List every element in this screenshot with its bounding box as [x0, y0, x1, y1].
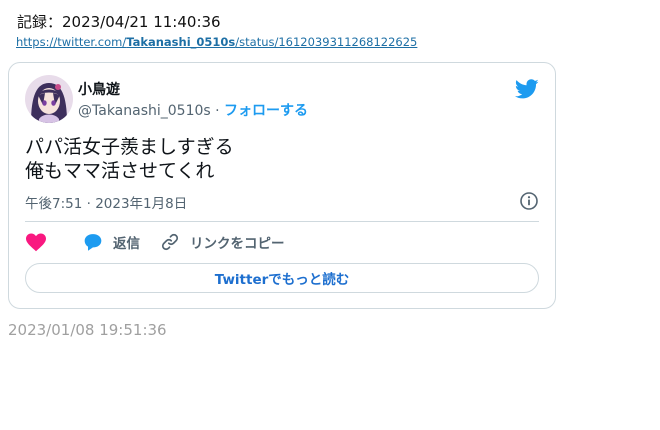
footer-timestamp: 2023/01/08 19:51:36	[8, 321, 167, 339]
follow-button[interactable]: フォローする	[224, 103, 308, 119]
info-icon[interactable]	[519, 191, 539, 211]
url-user: Takanashi_0510s	[126, 35, 236, 49]
display-name[interactable]: 小鳥遊	[78, 79, 120, 99]
record-timestamp: 記録：2023/04/21 11:40:36	[17, 13, 221, 31]
tweet-text: パパ活女子羨ましすぎる 俺もママ活させてくれ	[25, 135, 234, 183]
read-more-button[interactable]: Twitterでもっと読む	[25, 263, 539, 293]
url-suffix: /status/1612039311268122625	[235, 35, 418, 49]
tweet-text-line: 俺もママ活させてくれ	[25, 160, 215, 182]
copy-link-button[interactable]: リンクをコピー	[160, 232, 285, 252]
handle-line: @Takanashi_0510s · フォローする	[78, 100, 308, 120]
reply-button[interactable]: 返信	[83, 232, 140, 252]
avatar[interactable]	[25, 75, 73, 123]
like-button[interactable]	[25, 232, 47, 252]
tweet-actions: 返信 リンクをコピー	[25, 231, 285, 253]
twitter-bird-icon[interactable]	[514, 77, 539, 101]
tweet-text-line: パパ活女子羨ましすぎる	[25, 136, 234, 158]
tweet-url-link[interactable]: https://twitter.com/Takanashi_0510s/stat…	[16, 35, 417, 49]
reply-label: 返信	[113, 236, 140, 252]
tweet-timestamp[interactable]: 午後7:51 · 2023年1月8日	[25, 192, 187, 212]
handle-separator: ·	[210, 103, 225, 119]
divider	[25, 221, 539, 222]
link-icon	[161, 233, 179, 251]
embedded-tweet-card: 小鳥遊 @Takanashi_0510s · フォローする パパ活女子羨ましすぎ…	[8, 62, 556, 309]
handle[interactable]: @Takanashi_0510s	[78, 103, 211, 119]
heart-icon	[26, 233, 46, 252]
copy-link-label: リンクをコピー	[190, 236, 285, 252]
speech-bubble-icon	[84, 234, 102, 251]
url-prefix: https://twitter.com/	[16, 35, 127, 49]
